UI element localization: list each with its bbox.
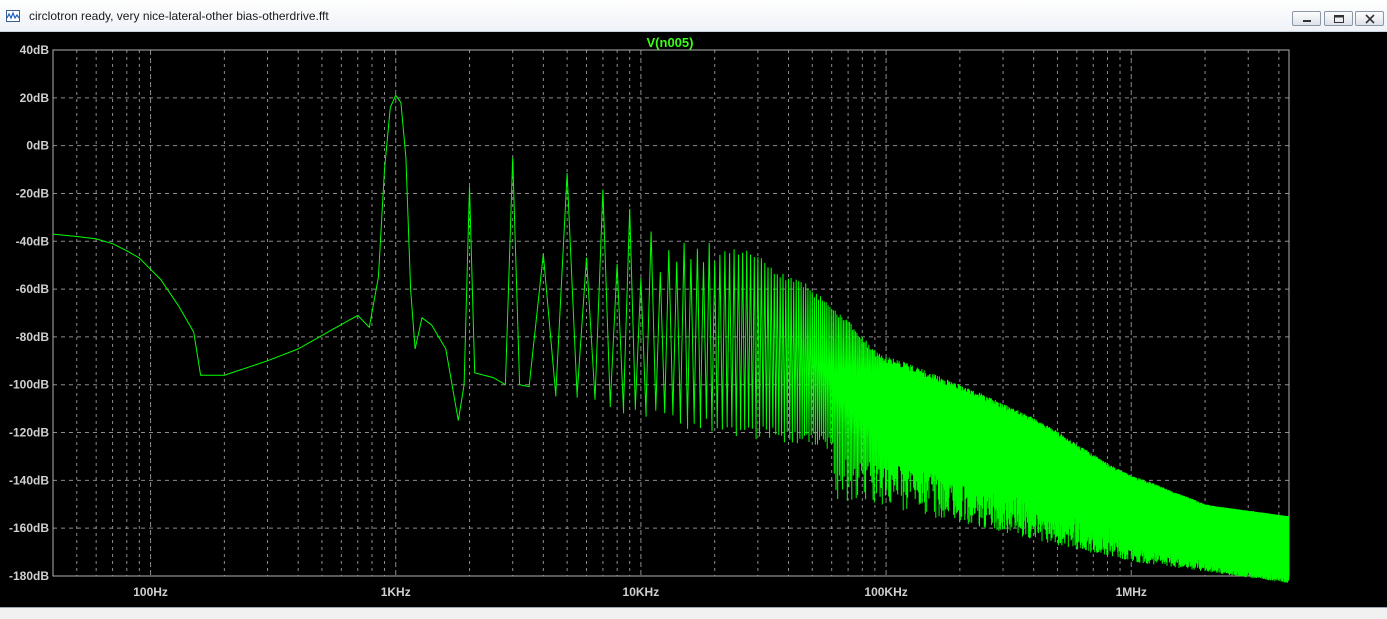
x-tick-label: 1MHz: [1116, 585, 1147, 599]
y-tick-label: -40dB: [16, 234, 50, 248]
trace-layer: [52, 94, 1290, 583]
series-line: [52, 94, 1290, 583]
restore-icon: [1334, 15, 1344, 23]
status-strip: [0, 607, 1387, 619]
close-button[interactable]: [1355, 11, 1384, 26]
y-tick-label: -180dB: [9, 569, 49, 583]
y-tick-label: -160dB: [9, 521, 49, 535]
close-icon: [1365, 14, 1375, 24]
fft-chart[interactable]: 40dB20dB0dB-20dB-40dB-60dB-80dB-100dB-12…: [0, 32, 1387, 607]
y-tick-label: 20dB: [20, 91, 50, 105]
x-tick-label: 100KHz: [864, 585, 907, 599]
window-title: circlotron ready, very nice-lateral-othe…: [29, 9, 329, 23]
minimize-icon: [1303, 20, 1311, 22]
y-tick-label: -120dB: [9, 426, 49, 440]
x-tick-label: 10KHz: [623, 585, 660, 599]
y-tick-label: -80dB: [16, 330, 50, 344]
restore-button[interactable]: [1324, 11, 1353, 26]
y-tick-label: -100dB: [9, 378, 49, 392]
y-tick-label: 0dB: [26, 139, 49, 153]
y-tick-label: -20dB: [16, 186, 50, 200]
minimize-button[interactable]: [1292, 11, 1321, 26]
y-tick-label: -140dB: [9, 473, 49, 487]
y-tick-label: -60dB: [16, 282, 50, 296]
trace-title[interactable]: V(n005): [0, 35, 1340, 50]
waveform-icon: [6, 10, 20, 22]
x-tick-label: 1KHz: [381, 585, 411, 599]
x-tick-label: 100Hz: [133, 585, 168, 599]
title-bar[interactable]: circlotron ready, very nice-lateral-othe…: [0, 0, 1387, 32]
